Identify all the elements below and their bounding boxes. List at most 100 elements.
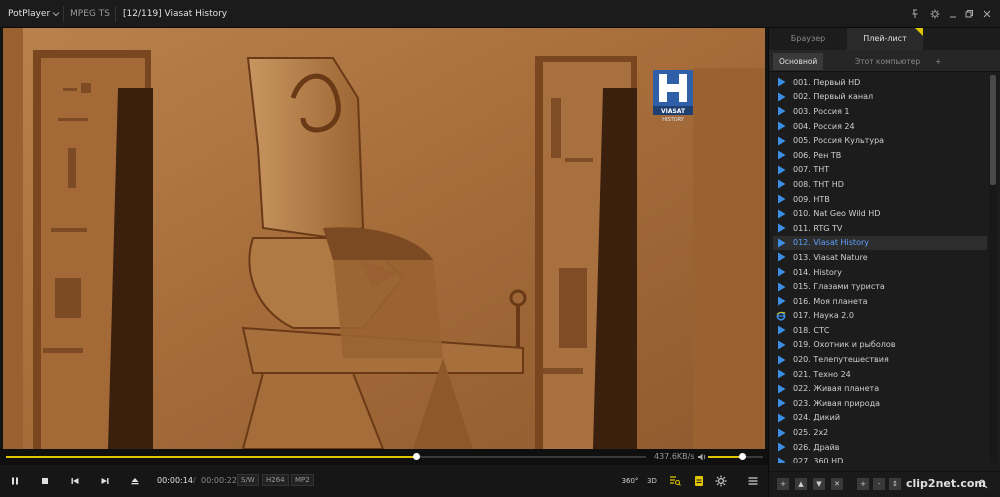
eject-button[interactable]	[126, 472, 144, 490]
playlist-item[interactable]: 021. Техно 24	[773, 367, 987, 382]
play-icon	[776, 179, 786, 189]
sort-button[interactable]: ↕	[889, 478, 901, 490]
close-icon[interactable]	[980, 7, 994, 21]
previous-button[interactable]	[66, 472, 84, 490]
playlist-item[interactable]: 018. СТС	[773, 323, 987, 338]
settings-icon[interactable]	[928, 7, 942, 21]
playlist-item[interactable]: 010. Nat Geo Wild HD	[773, 206, 987, 221]
playlist-item[interactable]: 020. Телепутешествия	[773, 352, 987, 367]
play-icon	[776, 92, 786, 102]
playlist-item[interactable]: 015. Глазами туриста	[773, 279, 987, 294]
volume-slider[interactable]	[708, 453, 763, 460]
audio-codec-badge[interactable]: MP2	[291, 474, 314, 486]
play-icon	[776, 296, 786, 306]
subtitle-icon[interactable]	[690, 472, 708, 490]
play-icon	[776, 77, 786, 87]
playlist-item-label: 019. Охотник и рыболов	[793, 340, 896, 350]
tab-main[interactable]: Основной	[773, 53, 824, 70]
playlist-item-label: 013. Viasat Nature	[793, 252, 868, 262]
format-label: MPEG TS	[70, 9, 110, 19]
playlist-item-label: 014. History	[793, 267, 842, 277]
playlist-item[interactable]: 008. ТНТ HD	[773, 177, 987, 192]
playlist-item[interactable]: 004. Россия 24	[773, 119, 987, 134]
seek-handle[interactable]	[412, 453, 420, 460]
video-codec-badge[interactable]: H264	[262, 474, 289, 486]
pin-icon[interactable]	[908, 7, 922, 21]
playlist-item[interactable]: 016. Моя планета	[773, 294, 987, 309]
vr-360-button[interactable]: 360°	[620, 473, 640, 488]
tab-browser[interactable]: Браузер	[775, 28, 841, 50]
volume-icon[interactable]	[697, 452, 707, 465]
next-button[interactable]	[96, 472, 114, 490]
side-panel: Браузер Плей-лист Основной Этот компьюте…	[768, 28, 1000, 497]
add-button[interactable]: +	[857, 478, 869, 490]
play-icon	[776, 267, 786, 277]
stop-button[interactable]	[36, 472, 54, 490]
scroll-thumb[interactable]	[990, 75, 996, 185]
playlist-item[interactable]: 005. Россия Культура	[773, 133, 987, 148]
channel-logo: VIASAT HISTORY	[653, 70, 693, 122]
playlist-item[interactable]: 024. Дикий	[773, 411, 987, 426]
app-menu-button[interactable]: PotPlayer	[8, 9, 50, 19]
playlist-item-label: 027. 360 HD	[793, 457, 844, 463]
playlist-item[interactable]: 003. Россия 1	[773, 104, 987, 119]
playlist-item[interactable]: 025. 2x2	[773, 425, 987, 440]
playlist-item[interactable]: 012. Viasat History	[773, 235, 987, 251]
play-icon	[776, 369, 786, 379]
move-down-button[interactable]: ▼	[813, 478, 825, 490]
add-button[interactable]: +	[777, 478, 789, 490]
playlist-item[interactable]: 007. ТНТ	[773, 163, 987, 178]
gear-icon[interactable]	[712, 472, 730, 490]
pause-button[interactable]	[6, 472, 24, 490]
play-icon	[776, 238, 786, 248]
seek-bar[interactable]	[6, 453, 646, 460]
minimize-icon[interactable]	[946, 7, 960, 21]
playlist-item[interactable]: 027. 360 HD	[773, 454, 987, 463]
play-icon	[776, 223, 786, 233]
playlist-item[interactable]: 009. НТВ	[773, 192, 987, 207]
playlist-item[interactable]: 017. Наука 2.0	[773, 309, 987, 324]
playlist-item-label: 016. Моя планета	[793, 296, 868, 306]
time-separator: /	[193, 476, 196, 485]
playlist-item[interactable]: 023. Живая природа	[773, 396, 987, 411]
chevron-down-icon[interactable]	[51, 9, 61, 19]
playlist-item[interactable]: 022. Живая планета	[773, 381, 987, 396]
volume-handle[interactable]	[739, 453, 747, 460]
play-icon	[776, 384, 786, 394]
play-icon	[776, 398, 786, 408]
tab-this-computer[interactable]: Этот компьютер	[849, 53, 926, 70]
play-icon	[776, 252, 786, 262]
playlist-item[interactable]: 001. Первый HD	[773, 75, 987, 90]
add-tab-button[interactable]: +	[929, 53, 947, 70]
play-icon	[776, 209, 786, 219]
tab-playlist[interactable]: Плей-лист	[847, 28, 923, 50]
move-up-button[interactable]: ▲	[795, 478, 807, 490]
menu-icon[interactable]	[744, 472, 762, 490]
decoder-badge[interactable]: S/W	[237, 474, 259, 486]
playlist-scrollbar[interactable]	[989, 75, 997, 463]
playlist-item-label: 020. Телепутешествия	[793, 355, 889, 365]
remove-button[interactable]: -	[873, 478, 885, 490]
playlist-item-label: 009. НТВ	[793, 194, 830, 204]
playlist-item-label: 024. Дикий	[793, 413, 841, 423]
control-bar: 00:00:14 / 00:00:22 S/W H264 MP2 360° 3D	[0, 465, 768, 497]
remove-button[interactable]: ✕	[831, 478, 843, 490]
playlist-item[interactable]: 019. Охотник и рыболов	[773, 338, 987, 353]
playlist-search-icon[interactable]	[666, 472, 684, 490]
window-title: [12/119] Viasat History	[123, 9, 228, 19]
maximize-icon[interactable]	[962, 7, 976, 21]
playlist-item[interactable]: 002. Первый канал	[773, 90, 987, 105]
video-frame[interactable]: VIASAT HISTORY	[3, 28, 765, 449]
play-icon	[776, 355, 786, 365]
playlist-item[interactable]: 006. Рен ТВ	[773, 148, 987, 163]
play-icon	[776, 282, 786, 292]
playlist-item-label: 005. Россия Культура	[793, 136, 885, 146]
play-icon	[776, 442, 786, 452]
3d-button[interactable]: 3D	[645, 473, 659, 488]
playlist-item[interactable]: 013. Viasat Nature	[773, 250, 987, 265]
playlist-item[interactable]: 014. History	[773, 265, 987, 280]
playlist-item[interactable]: 026. Драйв	[773, 440, 987, 455]
play-icon	[776, 165, 786, 175]
playlist-item-label: 026. Драйв	[793, 442, 840, 452]
playlist-item[interactable]: 011. RTG TV	[773, 221, 987, 236]
